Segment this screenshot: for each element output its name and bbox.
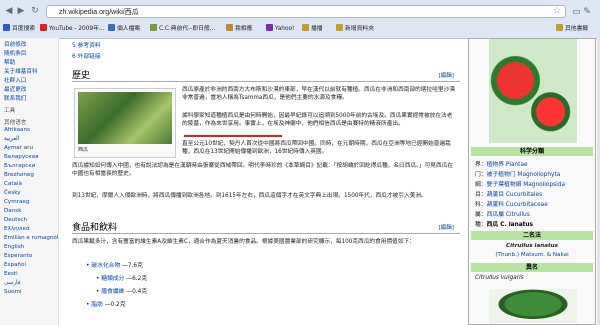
- history-paragraph: 到13世紀，摩爾人入侵歐洲時，將西瓜傳播到歐洲各地。到1615年左右，西瓜這個字…: [72, 193, 427, 199]
- synonym-header: 異名: [471, 263, 593, 272]
- address-url[interactable]: zh.wikipedia.org/wiki/西瓜: [59, 7, 139, 17]
- edit-link[interactable]: [編輯]: [438, 223, 454, 231]
- taxonomy-row: 门：被子植物门 Magnoliophyta: [475, 172, 561, 178]
- sidebar-language-item[interactable]: فارسی: [4, 280, 20, 286]
- binomial-author[interactable]: (Thunb.) Matsum. & Nakai: [471, 252, 593, 258]
- taxonomy-row: 綱：雙子葉植物綱 Magnoliopsida: [475, 182, 565, 188]
- sidebar-item[interactable]: 随机条目: [4, 49, 26, 57]
- section-heading-history: 歷史: [72, 70, 91, 80]
- sidebar-language-item[interactable]: Emiliàn e rumagnòl: [4, 235, 58, 241]
- edit-link[interactable]: [編輯]: [438, 71, 454, 79]
- sidebar-language-item[interactable]: Česky: [4, 190, 21, 196]
- thumbnail-caption: 西瓜: [78, 147, 89, 153]
- history-paragraph: 直至公元10世紀，契丹人首次從中國將西瓜帶回中國。同時，在元朝時期，西瓜在亞洲等…: [182, 141, 451, 155]
- annotation-underline: [184, 135, 282, 137]
- other-bookmarks[interactable]: 其他書籤: [556, 24, 588, 34]
- sidebar-header-tools[interactable]: 工具: [4, 106, 15, 114]
- sidebar-item[interactable]: 帮助: [4, 58, 15, 66]
- binomial-header: 二名法: [471, 231, 593, 240]
- binomial-name: Citrullus lanatus: [506, 243, 558, 249]
- nutrition-item: • 糖類成分 —6.2克: [96, 276, 148, 282]
- history-thumbnail[interactable]: 西瓜: [74, 88, 176, 158]
- sidebar-language-item[interactable]: Cymraeg: [4, 199, 29, 205]
- taxonomy-row: 屬：西瓜屬 Citrullus: [475, 212, 530, 218]
- bookmark-item[interactable]: YouTube - 2009年...: [40, 24, 104, 34]
- bookmark-item[interactable]: Yahoo!: [266, 24, 294, 34]
- sidebar-language-item[interactable]: Español: [4, 262, 26, 268]
- reload-icon[interactable]: ↻: [30, 6, 40, 16]
- nutrition-list: • 碳水化合物 —7.6克 • 糖類成分 —6.2克 • 膳食纖維 —0.4克 …: [86, 260, 147, 312]
- address-bar[interactable]: zh.wikipedia.org/wiki/西瓜 ☆: [46, 5, 566, 18]
- bookmark-item[interactable]: 新增資料夾: [336, 24, 374, 34]
- infobox-header: 科学分類: [471, 147, 593, 156]
- bookmark-item[interactable]: 個人檔案: [108, 24, 140, 34]
- bookmark-favicon-icon: [3, 24, 10, 31]
- bookmark-favicon-icon: [226, 24, 233, 31]
- sidebar-language-item[interactable]: Brezhoneg: [4, 172, 34, 178]
- taxonomy-row: 界：植物界 Plantae: [475, 162, 528, 168]
- menu-wrench-icon[interactable]: ▭ ✎: [572, 7, 594, 17]
- nutrition-item: • 脂肪 —0.2克: [86, 302, 126, 308]
- bookmark-item[interactable]: 我相應: [226, 24, 252, 34]
- sidebar-language-item[interactable]: Esperanto: [4, 253, 32, 259]
- section-heading-food: 食品和飲料: [72, 222, 118, 232]
- article-content: 5 参考资料 6 外部链接 歷史 [編輯] 西瓜 西瓜原產於非洲的西南方大布斯和…: [62, 38, 462, 325]
- folder-icon: [302, 24, 309, 31]
- star-icon[interactable]: ☆: [553, 6, 561, 16]
- sidebar-language-item[interactable]: Dansk: [4, 208, 21, 214]
- folder-icon: [556, 24, 563, 31]
- sidebar-language-item[interactable]: العربية: [4, 136, 19, 142]
- taxonomy-row: 目：葫蘆目 Cucurbitales: [475, 192, 543, 198]
- nutrition-item: • 碳水化合物 —7.6克: [86, 263, 143, 269]
- sidebar-item[interactable]: 联系我们: [4, 94, 26, 102]
- section-divider: [72, 233, 460, 234]
- nutrition-item: • 膳食纖維 —0.4克: [96, 289, 148, 295]
- toc-item[interactable]: 5 参考资料: [72, 40, 101, 49]
- folder-icon: [336, 24, 343, 31]
- yahoo-icon: [266, 24, 273, 31]
- sidebar-item[interactable]: 关于维基百科: [4, 67, 38, 75]
- sidebar-language-item[interactable]: English: [4, 244, 24, 250]
- sidebar-header-languages: 其他语言: [4, 120, 27, 126]
- watermelon-image[interactable]: [489, 39, 577, 143]
- sidebar-item[interactable]: 最近更改: [4, 85, 26, 93]
- browser-toolbar: ◀ ▶ ↻ zh.wikipedia.org/wiki/西瓜 ☆ ▭ ✎: [0, 4, 600, 20]
- taxonomy-row: 種：西瓜 C. lanatus: [475, 222, 533, 228]
- bookmark-item[interactable]: 百度搜索: [3, 24, 35, 34]
- history-paragraph: 西瓜據知如何傳入中國，也有說法認為是在漢朝時由張騫從西域帶回。明代李時珍的《本草…: [72, 163, 454, 177]
- sidebar-language-item[interactable]: Ελληνικά: [4, 226, 30, 232]
- sidebar-language-item[interactable]: Deutsch: [4, 217, 27, 223]
- history-paragraph: 據科學家知道種植西瓜是由何時開始，因最早紀錄可以追溯到5000年前的古埃及。西瓜…: [182, 113, 453, 127]
- browser-chrome: ◀ ▶ ↻ zh.wikipedia.org/wiki/西瓜 ☆ ▭ ✎ 百度搜…: [0, 0, 600, 39]
- bookmark-item[interactable]: C.C.典前代--即日般...: [150, 24, 215, 34]
- wiki-sidebar: 目前修改 随机条目 帮助 关于维基百科 社群入口 最近更改 联系我们 工具 其他…: [0, 38, 59, 325]
- sidebar-item[interactable]: 社群入口: [4, 76, 26, 84]
- youtube-icon: [40, 24, 47, 31]
- section-divider: [72, 81, 460, 82]
- sidebar-language-item[interactable]: Afrikaans: [4, 127, 30, 133]
- food-paragraph: 西瓜果瓤多汁，含有豐富的維生素A及維生素C，適合作為夏天消暑的食品。根據美國農業…: [72, 239, 415, 245]
- synonym-name: Citrullus vulgaris: [475, 275, 524, 281]
- sidebar-language-item[interactable]: Suomi: [4, 289, 22, 295]
- bookmarks-bar: 百度搜索 YouTube - 2009年... 個人檔案 C.C.典前代--即日…: [0, 22, 600, 36]
- watermelon-field-image: [78, 92, 172, 144]
- sidebar-language-item[interactable]: Беларуская: [4, 154, 38, 160]
- taxonomy-row: 科：葫蘆科 Cucurbitaceae: [475, 202, 548, 208]
- history-paragraph: 西瓜原產於非洲的西南方大布斯和沙漠的東部，早在漢代以前就有種植。西瓜在非洲和西南…: [182, 87, 455, 101]
- bookmark-item[interactable]: 播播: [302, 24, 323, 34]
- bookmark-favicon-icon: [108, 24, 115, 31]
- sidebar-language-item[interactable]: Aymar aru: [4, 145, 33, 151]
- back-icon[interactable]: ◀: [4, 6, 14, 16]
- table-of-contents: 5 参考资料 6 外部链接: [72, 40, 101, 62]
- toc-item[interactable]: 6 外部链接: [72, 51, 101, 60]
- sidebar-language-item[interactable]: Eesti: [4, 271, 18, 277]
- sidebar-item[interactable]: 目前修改: [4, 40, 26, 48]
- bookmark-favicon-icon: [150, 24, 157, 31]
- taxobox: 科学分類 界：植物界 Plantae 门：被子植物门 Magnoliophyta…: [468, 38, 596, 325]
- sidebar-language-item[interactable]: Български: [4, 163, 35, 169]
- forward-icon[interactable]: ▶: [16, 6, 26, 16]
- watermelon-slice-image[interactable]: [489, 289, 577, 323]
- sidebar-language-item[interactable]: Català: [4, 181, 22, 187]
